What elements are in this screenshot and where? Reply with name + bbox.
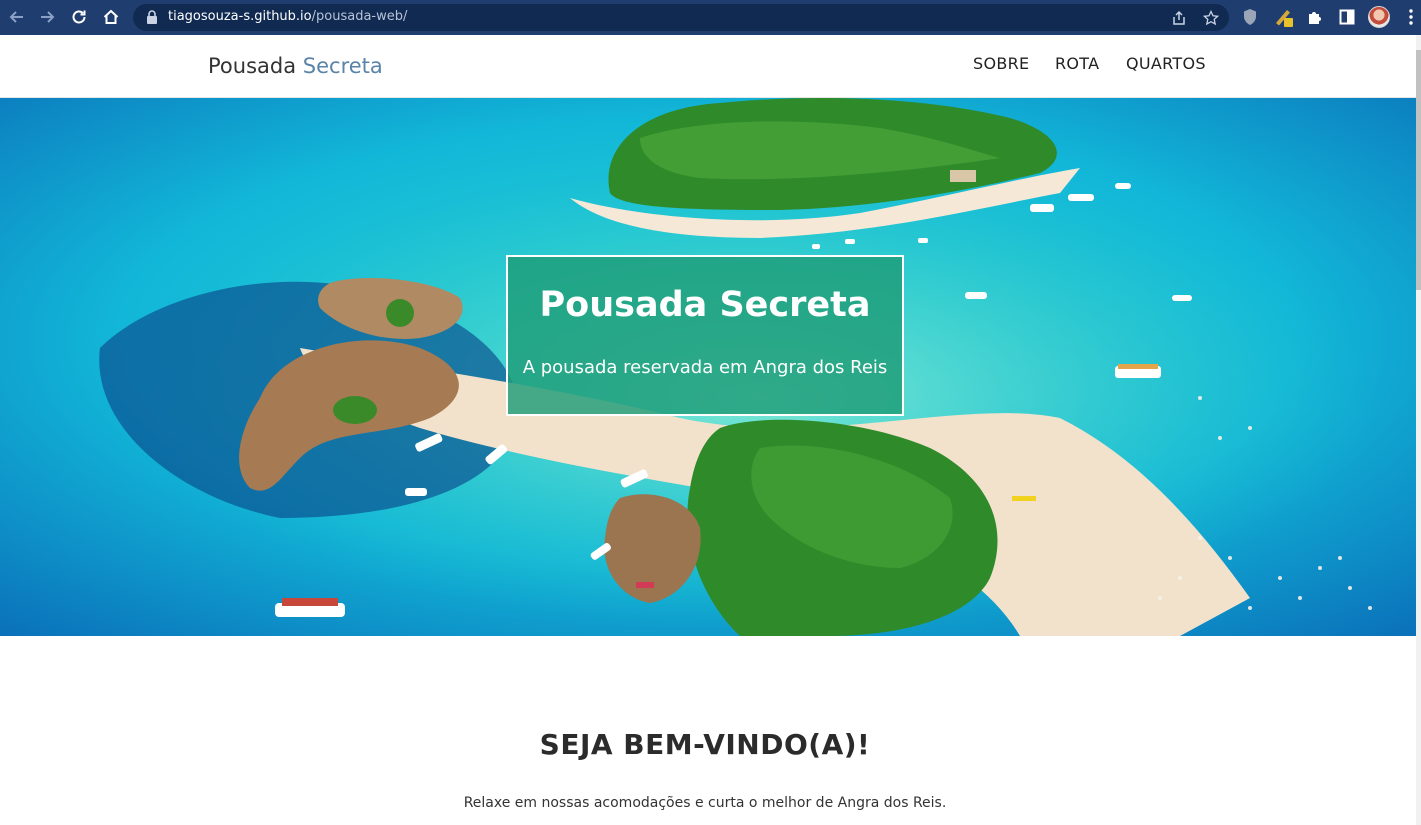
address-bar[interactable]: tiagosouza-s.github.io/pousada-web/ [133,4,1229,31]
nav-link-sobre[interactable]: SOBRE [973,54,1029,73]
welcome-title: SEJA BEM-VINDO(A)! [539,728,871,761]
brand-logo[interactable]: Pousada Secreta [208,54,383,78]
welcome-text: Relaxe em nossas acomodações e curta o m… [463,795,947,811]
pencil-extension-icon[interactable] [1273,6,1295,28]
shield-extension-icon[interactable] [1239,6,1261,28]
reload-icon[interactable] [67,5,91,29]
brand-second: Secreta [302,54,383,78]
hero-title-box: Pousada Secreta A pousada reservada em A… [506,255,904,416]
brand-first: Pousada [208,54,297,78]
forward-icon[interactable] [35,5,59,29]
sidepanel-icon[interactable] [1336,6,1358,28]
nav-link-rota[interactable]: ROTA [1055,54,1099,73]
home-icon[interactable] [99,5,123,29]
hero-subtitle: A pousada reservada em Angra dos Reis [522,357,888,378]
url-path: /pousada-web/ [311,9,408,24]
browser-toolbar: tiagosouza-s.github.io/pousada-web/ [0,0,1421,35]
puzzle-icon[interactable] [1304,6,1326,28]
hero-banner: Pousada Secreta A pousada reservada em A… [0,98,1416,636]
page-scrollbar-thumb[interactable] [1416,50,1421,290]
url-text[interactable]: tiagosouza-s.github.io/pousada-web/ [168,9,407,24]
star-icon[interactable] [1201,8,1221,28]
avatar[interactable] [1368,6,1390,28]
url-domain: tiagosouza-s.github.io [168,9,312,24]
lock-icon[interactable] [145,10,159,25]
share-icon[interactable] [1169,8,1189,28]
nav-link-quartos[interactable]: QUARTOS [1126,54,1206,73]
back-icon[interactable] [5,5,29,29]
site-header: Pousada Secreta SOBRE ROTA QUARTOS [0,35,1416,98]
kebab-menu-icon[interactable] [1400,6,1421,28]
hero-title: Pousada Secreta [539,285,871,325]
